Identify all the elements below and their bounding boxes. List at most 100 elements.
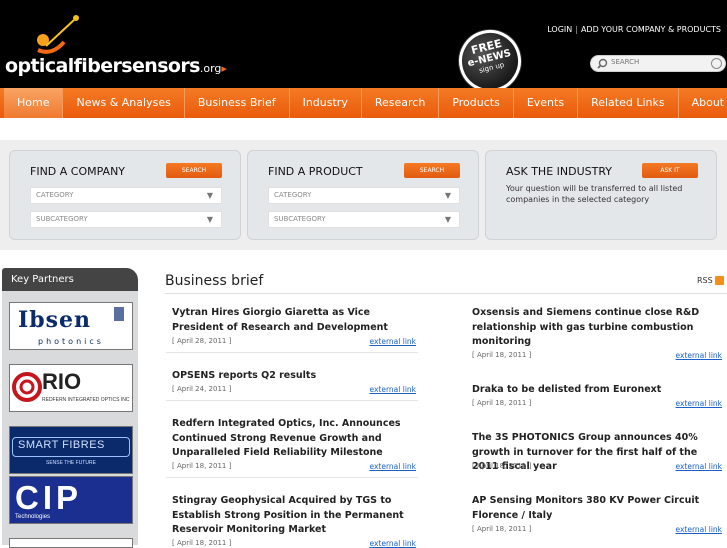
news-item[interactable]: Draka to be delisted from Euronext [ Apr… xyxy=(466,383,724,408)
rio-spiral-icon xyxy=(12,372,42,402)
chevron-down-icon: ▼ xyxy=(206,191,213,200)
nav-related-links[interactable]: Related Links xyxy=(578,88,679,118)
search-input[interactable] xyxy=(611,58,711,66)
news-title[interactable]: Vytran Hires Giorgio Giaretta as Vice Pr… xyxy=(166,306,418,335)
key-partners-heading: Key Partners xyxy=(2,268,138,291)
company-subcategory-select[interactable]: SUBCATEGORY ▼ xyxy=(30,211,222,228)
site-header: opticalfibersensors.org▸ LOGIN | ADD YOUR … xyxy=(0,0,727,99)
nav-products[interactable]: Products xyxy=(439,88,514,118)
chevron-down-icon: ▼ xyxy=(206,215,213,224)
company-subcategory-value: SUBCATEGORY xyxy=(36,215,88,223)
news-item[interactable]: Stingray Geophysical Acquired by TGS to … xyxy=(166,494,418,548)
logo-main: opticalfibersensors xyxy=(5,55,200,77)
news-date: [ April 24, 2011 ] xyxy=(172,385,232,393)
nav-industry[interactable]: Industry xyxy=(290,88,362,118)
main-nav: Home News & Analyses Business Brief Indu… xyxy=(0,88,727,118)
rio-sub: REDFERN INTEGRATED OPTICS INC xyxy=(42,397,130,403)
partner-logo-cip[interactable]: CIP Technologies xyxy=(9,476,133,524)
news-item[interactable]: Oxsensis and Siemens continue close R&D … xyxy=(466,306,724,360)
rss-label: RSS xyxy=(697,276,713,285)
find-company-title: FIND A COMPANY xyxy=(30,165,126,178)
partner-logo-smart-fibres[interactable]: SMART FIBRES SENSE THE FUTURE xyxy=(9,426,133,474)
rio-name: RIO xyxy=(42,369,82,394)
site-logo[interactable]: opticalfibersensors.org▸ xyxy=(5,55,227,77)
nav-research[interactable]: Research xyxy=(362,88,440,118)
ask-it-button[interactable]: ASK IT xyxy=(642,163,698,178)
chevron-down-icon: ▼ xyxy=(444,191,451,200)
find-product-title: FIND A PRODUCT xyxy=(268,165,363,178)
external-link[interactable]: external link xyxy=(675,525,722,534)
item-divider xyxy=(166,352,418,353)
news-title[interactable]: Stingray Geophysical Acquired by TGS to … xyxy=(166,494,418,538)
site-search xyxy=(590,55,726,72)
find-company-panel: FIND A COMPANY SEARCH CATEGORY ▼ SUBCATEG… xyxy=(9,150,241,240)
business-brief-title: Business brief xyxy=(165,273,264,289)
ask-industry-description: Your question will be transferred to all… xyxy=(506,184,683,204)
finder-bar: FIND A COMPANY SEARCH CATEGORY ▼ SUBCATEG… xyxy=(0,140,727,250)
top-links: LOGIN | ADD YOUR COMPANY & PRODUCTS xyxy=(547,25,721,34)
news-title[interactable]: Oxsensis and Siemens continue close R&D … xyxy=(466,306,724,350)
item-divider xyxy=(166,477,418,478)
cip-sub: Technologies xyxy=(15,514,51,520)
news-item[interactable]: OPSENS reports Q2 results [ April 24, 20… xyxy=(166,369,418,401)
news-item[interactable]: AP Sensing Monitors 380 KV Power Circuit… xyxy=(466,494,724,534)
news-title[interactable]: Draka to be delisted from Euronext xyxy=(466,383,724,398)
ask-industry-title: ASK THE INDUSTRY xyxy=(506,165,613,178)
news-item[interactable]: Vytran Hires Giorgio Giaretta as Vice Pr… xyxy=(166,306,418,353)
news-item[interactable]: Redfern Integrated Optics, Inc. Announce… xyxy=(166,417,418,478)
ask-industry-panel: ASK THE INDUSTRY ASK IT Your question wi… xyxy=(485,150,717,240)
partner-logo-partial[interactable] xyxy=(9,538,133,548)
ibsen-sub: photonics xyxy=(38,337,104,346)
rss-link[interactable]: RSS xyxy=(697,276,724,285)
logo-suffix: .org xyxy=(199,62,222,75)
ibsen-name: Ibsen xyxy=(18,307,92,333)
external-link[interactable]: external link xyxy=(369,462,416,471)
external-link[interactable]: external link xyxy=(369,539,416,548)
item-divider xyxy=(166,400,418,401)
news-item[interactable]: The 3S PHOTONICS Group announces 40% gro… xyxy=(466,431,724,475)
cip-name: CIP xyxy=(15,479,83,516)
news-date: [ April 18, 2011 ] xyxy=(172,539,232,547)
company-category-select[interactable]: CATEGORY ▼ xyxy=(30,187,222,204)
find-product-search-button[interactable]: SEARCH xyxy=(404,163,460,178)
logo-swoosh-icon xyxy=(37,15,79,54)
smart-fibres-sub: SENSE THE FUTURE xyxy=(46,460,96,466)
external-link[interactable]: external link xyxy=(675,399,722,408)
product-subcategory-value: SUBCATEGORY xyxy=(274,215,326,223)
smart-fibres-name: SMART FIBRES xyxy=(18,439,105,451)
company-category-value: CATEGORY xyxy=(36,191,74,199)
rss-icon xyxy=(714,276,724,285)
news-title[interactable]: AP Sensing Monitors 380 KV Power Circuit… xyxy=(466,494,724,523)
product-subcategory-select[interactable]: SUBCATEGORY ▼ xyxy=(268,211,460,228)
external-link[interactable]: external link xyxy=(675,351,722,360)
nav-home[interactable]: Home xyxy=(4,88,64,118)
news-date: [ April 18, 2011 ] xyxy=(472,399,532,407)
external-link[interactable]: external link xyxy=(369,337,416,346)
partner-logo-rio[interactable]: RIO REDFERN INTEGRATED OPTICS INC xyxy=(9,364,133,412)
add-company-link[interactable]: ADD YOUR COMPANY & PRODUCTS xyxy=(581,25,721,34)
nav-about-us[interactable]: About Us xyxy=(679,88,727,118)
chevron-down-icon: ▼ xyxy=(444,215,451,224)
news-date: [ April 18, 2011 ] xyxy=(472,525,532,533)
title-divider xyxy=(165,293,727,294)
news-date: [ April 18, 2011 ] xyxy=(472,351,532,359)
news-title[interactable]: Redfern Integrated Optics, Inc. Announce… xyxy=(166,417,418,461)
top-links-divider: | xyxy=(575,25,578,34)
find-company-search-button[interactable]: SEARCH xyxy=(166,163,222,178)
login-link[interactable]: LOGIN xyxy=(547,25,572,34)
nav-news-analyses[interactable]: News & Analyses xyxy=(63,88,185,118)
external-link[interactable]: external link xyxy=(675,462,722,471)
partner-logo-ibsen[interactable]: Ibsen photonics xyxy=(9,302,133,350)
product-category-value: CATEGORY xyxy=(274,191,312,199)
product-category-select[interactable]: CATEGORY ▼ xyxy=(268,187,460,204)
nav-business-brief[interactable]: Business Brief xyxy=(185,88,290,118)
news-title[interactable]: OPSENS reports Q2 results xyxy=(166,369,418,384)
find-product-panel: FIND A PRODUCT SEARCH CATEGORY ▼ SUBCATEG… xyxy=(247,150,479,240)
external-link[interactable]: external link xyxy=(369,385,416,394)
search-icon xyxy=(597,58,608,69)
news-date: [ April 18, 2011 ] xyxy=(172,462,232,470)
clear-search-icon[interactable] xyxy=(711,58,722,69)
news-date: [ April 28, 2011 ] xyxy=(172,337,232,345)
nav-events[interactable]: Events xyxy=(514,88,579,118)
ibsen-mark-icon xyxy=(114,307,124,321)
